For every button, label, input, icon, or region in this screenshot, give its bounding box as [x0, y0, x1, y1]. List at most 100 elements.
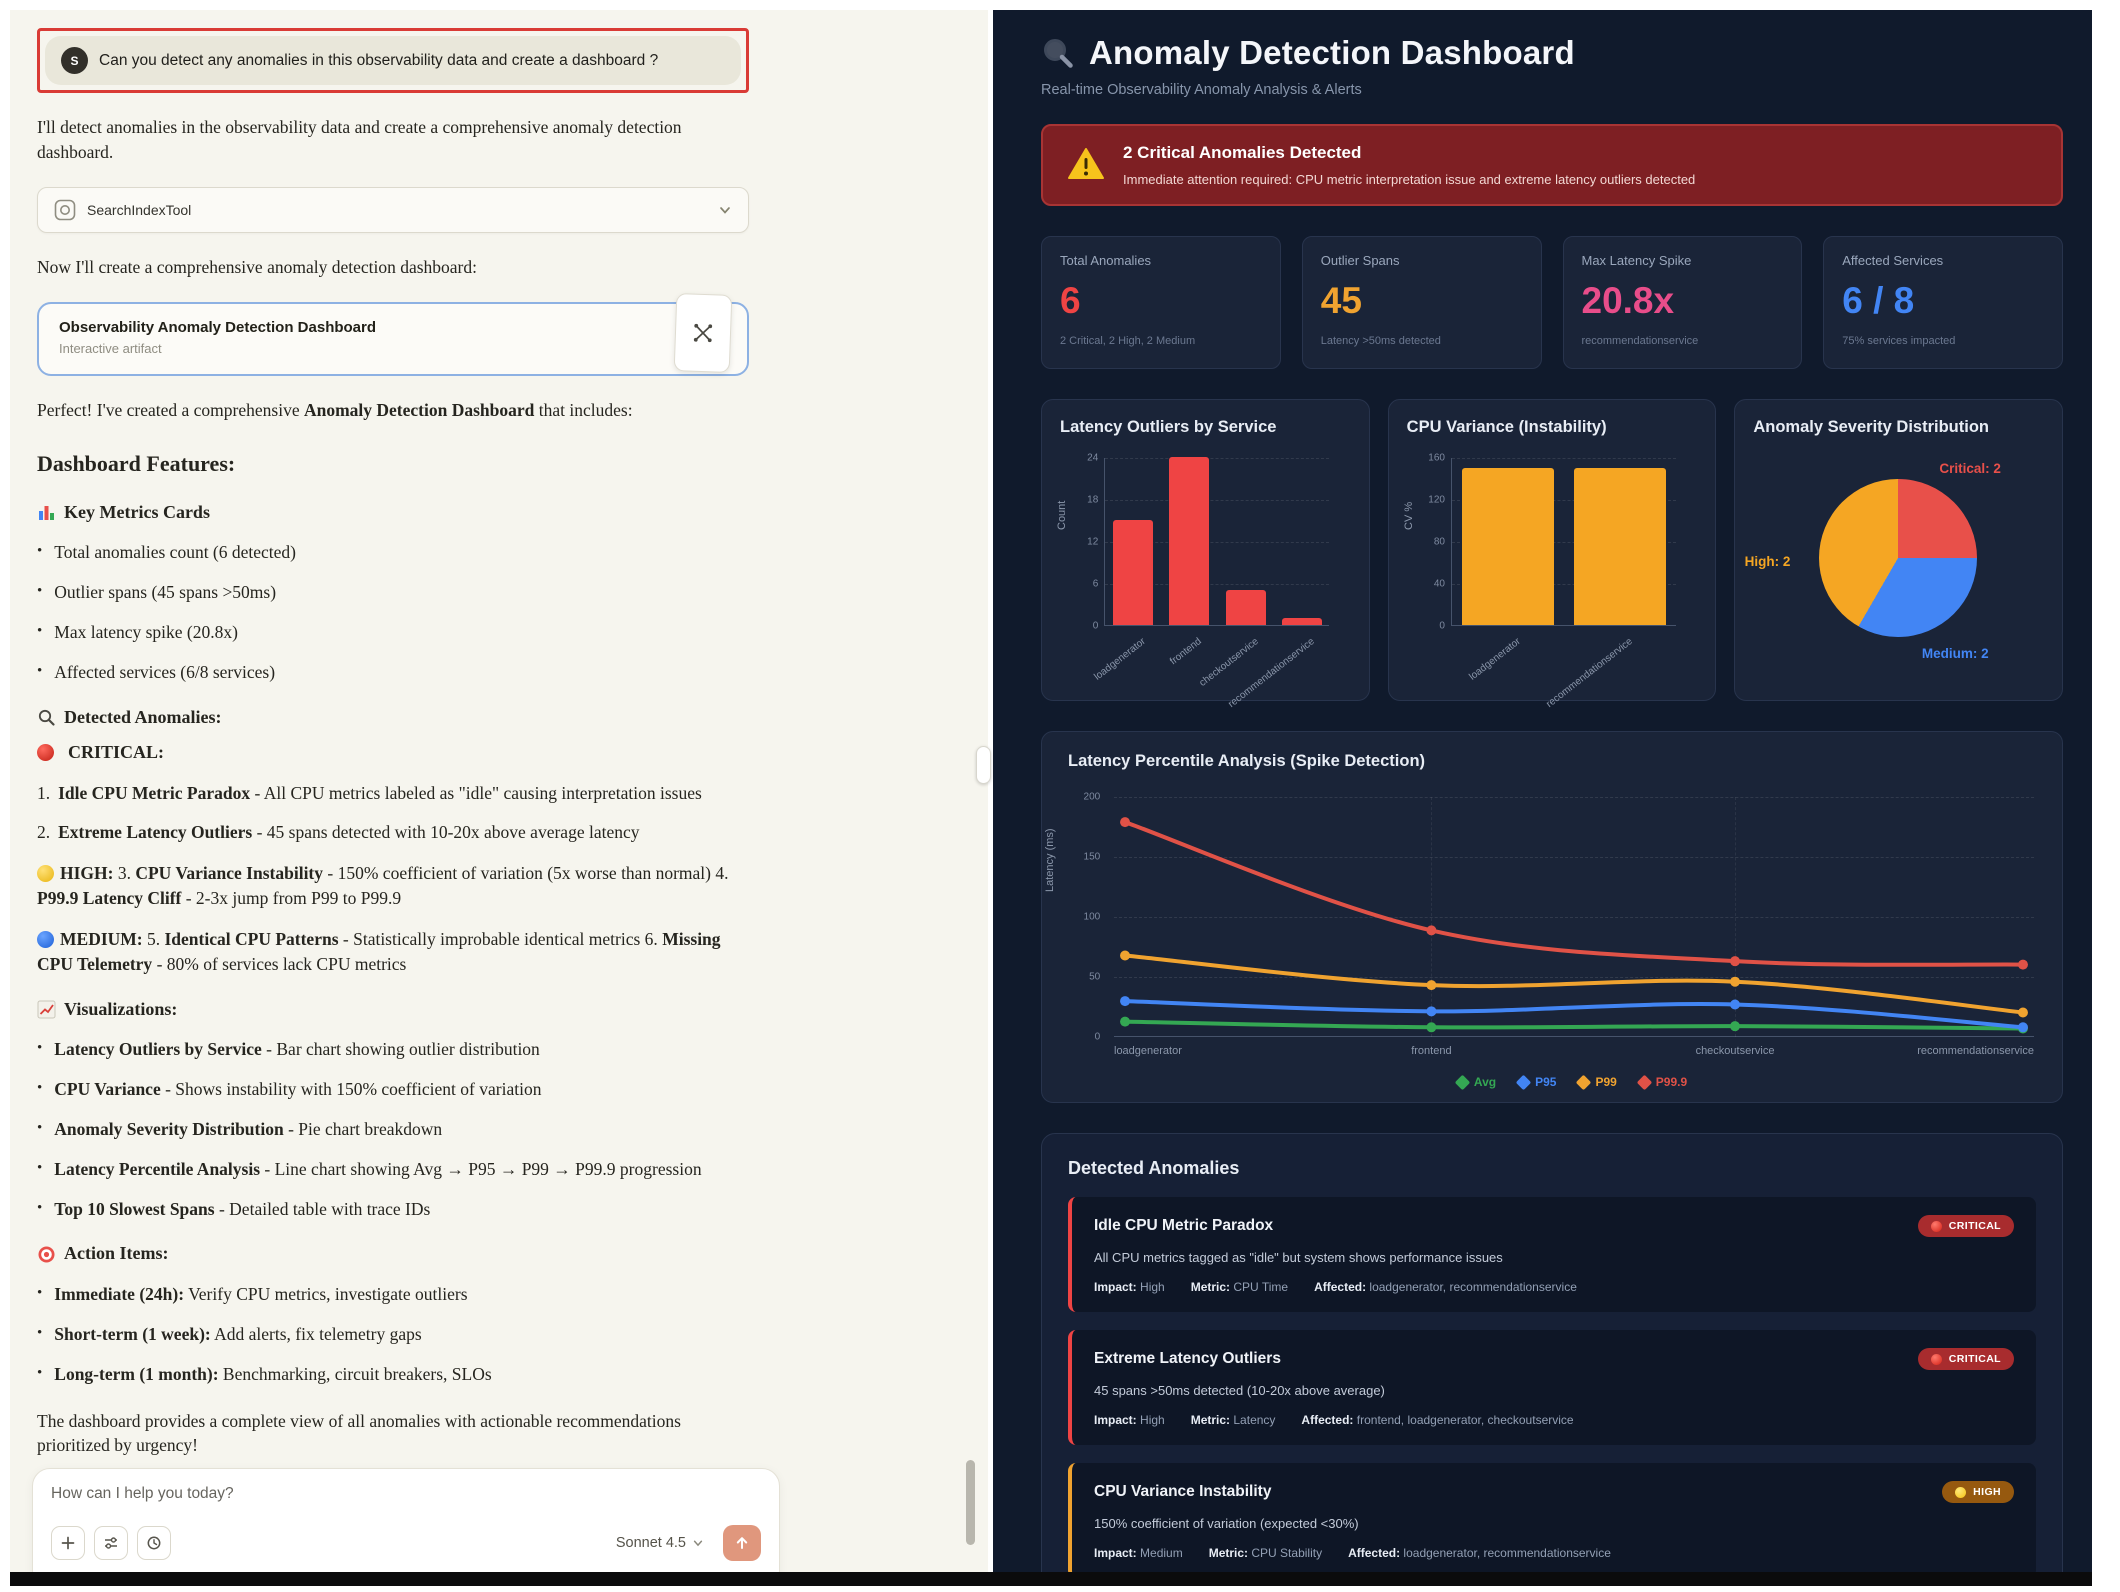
- bullet-icon: •: [37, 1038, 42, 1062]
- chart-title: CPU Variance (Instability): [1407, 418, 1698, 437]
- history-button[interactable]: [137, 1526, 171, 1560]
- x-axis-labels: loadgeneratorfrontendcheckoutservicereco…: [1114, 1045, 2034, 1061]
- text-segment: Perfect! I've created a comprehensive: [37, 400, 304, 420]
- metric-card-row: Total Anomalies62 Critical, 2 High, 2 Me…: [1041, 236, 2063, 369]
- line-chart-svg: [1114, 797, 2034, 1037]
- severity-dot-icon: [1955, 1487, 1966, 1498]
- window-bottom-edge: [10, 1572, 2092, 1586]
- send-button[interactable]: [723, 1525, 761, 1561]
- pie-slice-label: High: 2: [1745, 554, 1791, 569]
- metric-card: Affected Services6 / 875% services impac…: [1823, 236, 2063, 369]
- x-tick-label: frontend: [1411, 1045, 1451, 1057]
- data-point: [2018, 960, 2028, 970]
- anomaly-description: All CPU metrics tagged as "idle" but sys…: [1094, 1250, 2014, 1265]
- features-heading: Dashboard Features:: [37, 448, 760, 479]
- metric-sublabel: 2 Critical, 2 High, 2 Medium: [1060, 335, 1262, 347]
- legend-item: Avg: [1457, 1075, 1496, 1089]
- bullet-icon: •: [37, 1078, 42, 1102]
- bar-plot-area: 06121824loadgeneratorfrontendcheckoutser…: [1104, 458, 1329, 626]
- y-tick-label: 50: [1089, 972, 1100, 983]
- metric-label: Total Anomalies: [1060, 253, 1262, 268]
- metric-card: Total Anomalies62 Critical, 2 High, 2 Me…: [1041, 236, 1281, 369]
- text-segment: Add alerts, fix telemetry gaps: [211, 1324, 422, 1344]
- text-segment: Max latency spike (20.8x): [54, 622, 238, 642]
- dashboard-header: Anomaly Detection Dashboard: [1041, 34, 2078, 72]
- list-number: 2.: [37, 820, 50, 845]
- text-segment: - 2-3x jump from P99 to P99.9: [181, 888, 401, 908]
- y-axis-title: CV %: [1403, 502, 1415, 530]
- severity-label: CRITICAL: [1949, 1220, 2001, 1232]
- text-segment: Top 10 Slowest Spans: [54, 1199, 214, 1219]
- anomaly-title: CPU Variance Instability: [1094, 1483, 1271, 1501]
- text-segment: - All CPU metrics labeled as "idle" caus…: [250, 783, 702, 803]
- key-metric-bullet: •Outlier spans (45 spans >50ms): [37, 580, 742, 605]
- bar: [1574, 468, 1666, 626]
- high-severity-text: HIGH: 3. CPU Variance Instability - 150%…: [37, 863, 728, 908]
- text-segment: Idle CPU Metric Paradox: [58, 783, 250, 803]
- target-icon: [37, 1245, 56, 1264]
- plus-icon: [60, 1535, 76, 1551]
- alert-text-block: 2 Critical Anomalies Detected Immediate …: [1123, 143, 1695, 187]
- high-severity-line: HIGH: 3. CPU Variance Instability - 150%…: [37, 861, 742, 911]
- key-metric-bullet: •Affected services (6/8 services): [37, 660, 742, 685]
- tools-button[interactable]: [94, 1526, 128, 1560]
- bullet-icon: •: [37, 1198, 42, 1222]
- y-tick-label: 150: [1084, 852, 1101, 863]
- assistant-intro: I'll detect anomalies in the observabili…: [37, 115, 742, 165]
- legend-label: P99.9: [1656, 1075, 1687, 1089]
- panel-resize-handle[interactable]: [976, 746, 991, 784]
- text-segment: CPU Variance: [54, 1079, 160, 1099]
- chat-panel: S Can you detect any anomalies in this o…: [10, 10, 988, 1572]
- meta-label: Metric:: [1191, 1413, 1230, 1427]
- text-segment: - Bar chart showing outlier distribution: [262, 1039, 540, 1059]
- text-segment: Immediate (24h):: [54, 1284, 184, 1304]
- attach-button[interactable]: [51, 1526, 85, 1560]
- model-selector[interactable]: Sonnet 4.5: [616, 1535, 704, 1551]
- gridline: [1105, 500, 1329, 501]
- action-item-bullet: •Immediate (24h): Verify CPU metrics, in…: [37, 1282, 742, 1307]
- anomaly-title: Extreme Latency Outliers: [1094, 1350, 1281, 1368]
- chevron-down-icon: [692, 1537, 704, 1549]
- visualization-bullet: •Anomaly Severity Distribution - Pie cha…: [37, 1117, 742, 1142]
- bullet-icon: •: [37, 661, 42, 685]
- artifact-subtitle: Interactive artifact: [59, 341, 727, 356]
- send-arrow-icon: [734, 1535, 750, 1551]
- bullet-icon: •: [37, 1283, 42, 1307]
- chart-card-latency-outliers: Latency Outliers by Service 06121824load…: [1041, 399, 1370, 701]
- anomaly-meta-item: Affected: loadgenerator, recommendations…: [1314, 1280, 1577, 1294]
- legend-marker: [1637, 1074, 1653, 1090]
- artifact-preview-thumb[interactable]: [674, 293, 733, 373]
- data-point: [1426, 980, 1436, 990]
- artifact-card[interactable]: Observability Anomaly Detection Dashboar…: [37, 302, 749, 376]
- meta-label: Impact:: [1094, 1413, 1137, 1427]
- red-circle-icon: [37, 744, 54, 761]
- anomaly-meta-item: Affected: loadgenerator, recommendations…: [1348, 1546, 1611, 1560]
- anomaly-meta-item: Impact: Medium: [1094, 1546, 1183, 1560]
- severity-badge: CRITICAL: [1918, 1348, 2014, 1370]
- text-segment: Latency Outliers by Service: [54, 1039, 262, 1059]
- assistant-perfect-line: Perfect! I've created a comprehensive An…: [37, 398, 742, 423]
- meta-value: CPU Stability: [1248, 1546, 1322, 1560]
- key-metrics-heading-text: Key Metrics Cards: [64, 500, 210, 526]
- detected-anomalies-heading: Detected Anomalies:: [37, 705, 760, 731]
- data-point: [1426, 1006, 1436, 1016]
- chart-card-severity-pie: Anomaly Severity Distribution Critical: …: [1734, 399, 2063, 701]
- metric-label: Outlier Spans: [1321, 253, 1523, 268]
- meta-value: High: [1137, 1280, 1165, 1294]
- tool-call-card[interactable]: SearchIndexTool: [37, 187, 749, 233]
- text-segment: HIGH:: [60, 863, 113, 883]
- legend-item: P95: [1518, 1075, 1556, 1089]
- x-tick-label: loadgenerator: [1114, 1045, 1182, 1057]
- visualization-bullet: •CPU Variance - Shows instability with 1…: [37, 1077, 742, 1102]
- chat-input[interactable]: [51, 1485, 761, 1503]
- series-line-Avg: [1125, 1022, 2023, 1029]
- detected-anomalies-heading-text: Detected Anomalies:: [64, 705, 221, 731]
- chat-scrollbar-thumb[interactable]: [966, 1460, 975, 1545]
- pie-slice-label: Critical: 2: [1939, 461, 2001, 476]
- anomaly-meta-item: Metric: CPU Time: [1191, 1280, 1288, 1294]
- text-segment: Long-term (1 month):: [54, 1364, 218, 1384]
- tool-name: SearchIndexTool: [87, 202, 707, 218]
- meta-label: Impact:: [1094, 1280, 1137, 1294]
- data-point: [2018, 1007, 2028, 1017]
- text-segment: Anomaly Detection Dashboard: [304, 400, 534, 420]
